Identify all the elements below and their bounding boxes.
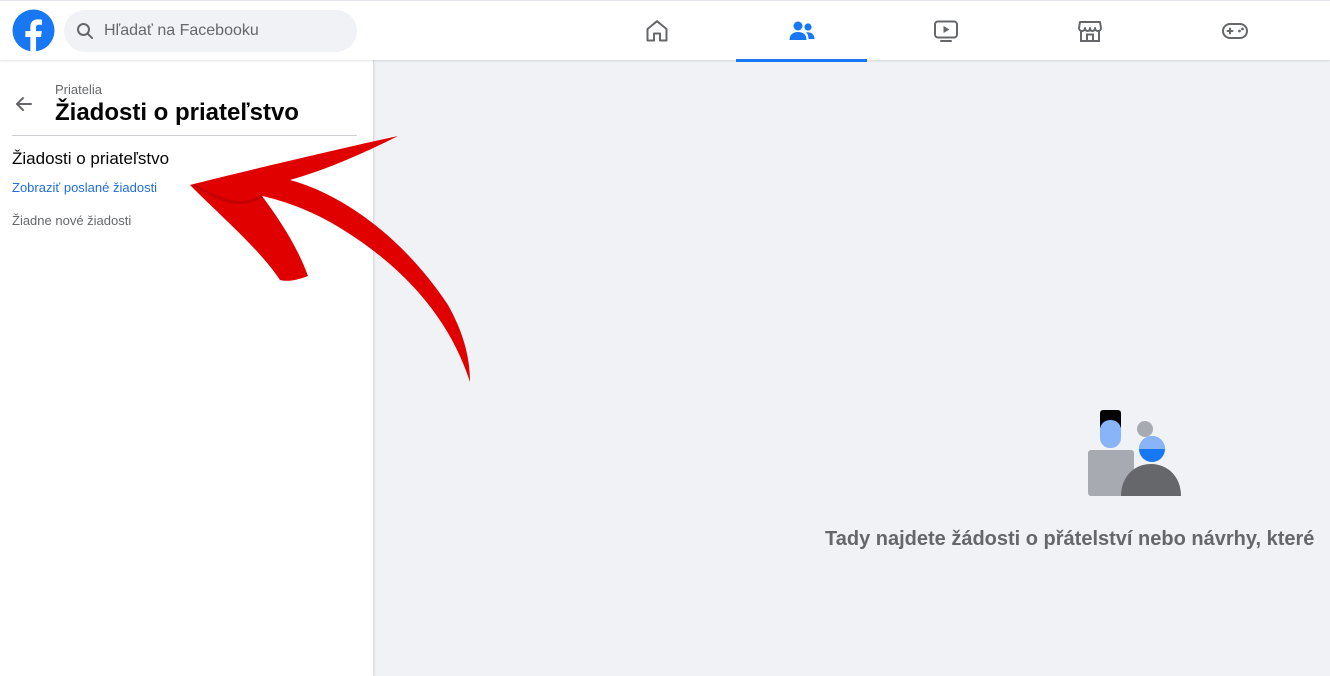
facebook-logo-icon[interactable]: [12, 9, 55, 52]
tab-marketplace[interactable]: [1024, 1, 1155, 61]
arrow-left-icon: [16, 97, 32, 111]
friends-illustration-icon: [1088, 410, 1181, 496]
search-bar[interactable]: [64, 10, 357, 52]
top-navigation-bar: [0, 0, 1330, 62]
gamepad-icon: [1221, 23, 1248, 39]
empty-state-message: Tady najdete žádosti o přátelství nebo n…: [825, 528, 1315, 550]
back-button[interactable]: [8, 88, 40, 120]
video-icon: [933, 20, 958, 42]
tab-gaming[interactable]: [1169, 1, 1300, 61]
friends-icon: [789, 21, 814, 40]
view-sent-requests-link[interactable]: Zobraziť poslané žiadosti: [12, 180, 157, 195]
breadcrumb[interactable]: Priatelia: [55, 82, 102, 97]
friends-sidebar: Priatelia Žiadosti o priateľstvo Žiadost…: [0, 60, 374, 676]
search-input[interactable]: [102, 21, 332, 41]
tab-home[interactable]: [591, 1, 722, 61]
no-new-requests-text: Žiadne nové žiadosti: [12, 213, 132, 228]
tab-friends[interactable]: [736, 1, 867, 62]
page-title: Žiadosti o priateľstvo: [55, 99, 299, 126]
divider: [12, 135, 357, 136]
search-icon: [76, 22, 94, 40]
tab-watch[interactable]: [880, 1, 1011, 61]
home-icon: [646, 20, 667, 42]
store-icon: [1077, 21, 1102, 42]
section-title: Žiadosti o priateľstvo: [12, 149, 170, 168]
